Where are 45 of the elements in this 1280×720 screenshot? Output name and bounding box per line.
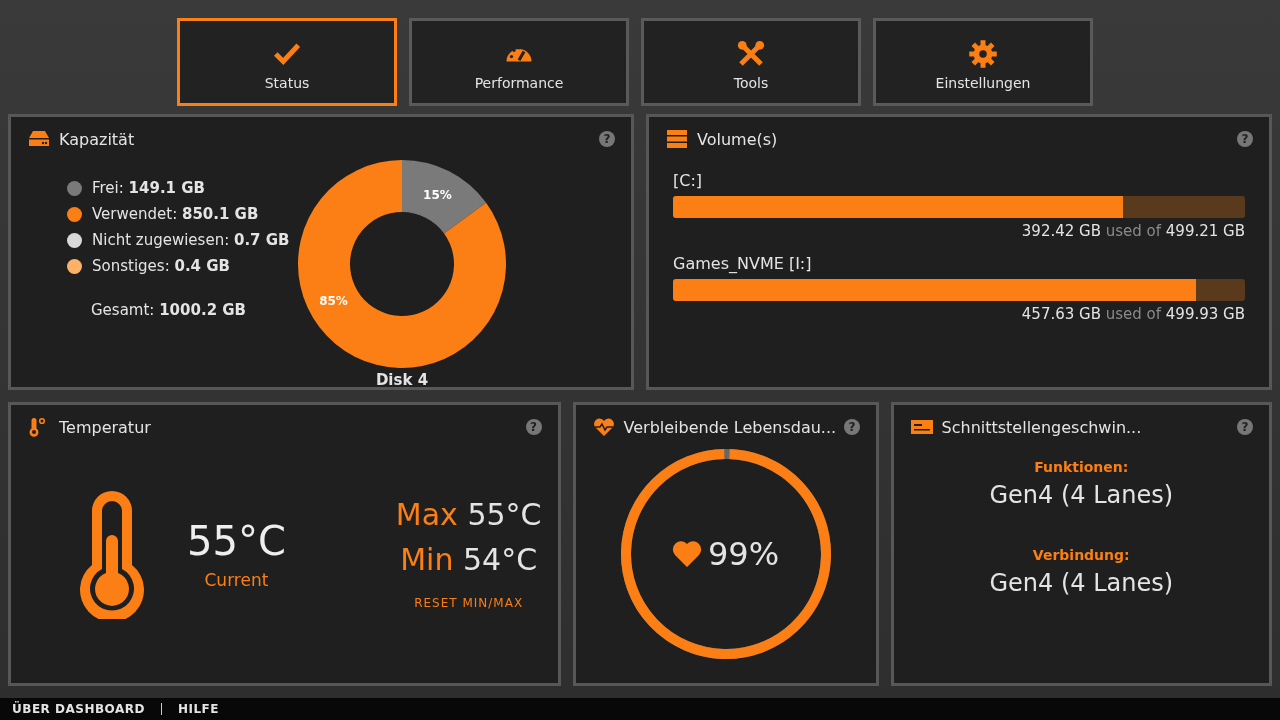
settings-icon (968, 39, 998, 69)
interface-label: Funktionen: (1034, 459, 1129, 475)
heartbeat-icon (591, 417, 616, 437)
help-icon[interactable]: ? (844, 419, 861, 435)
slice-label: 85% (319, 294, 348, 309)
card-icon (909, 417, 934, 437)
max-temperature: Max 55°C (395, 497, 542, 532)
panel-title: Temperatur (59, 417, 152, 437)
panel-title: Kapazität (59, 129, 136, 149)
legend-label: Sonstiges: 0.4 GB (92, 257, 230, 275)
help-icon[interactable]: ? (1237, 131, 1253, 147)
interface-label: Verbindung: (1032, 547, 1130, 563)
help-icon[interactable]: ? (1237, 419, 1253, 435)
current-label: Current (204, 570, 269, 590)
legend-label: Nicht zugewiesen: 0.7 GB (92, 231, 290, 249)
panel-title: Verbleibende Lebensdau... (623, 417, 837, 437)
current-temperature: 55°C (187, 518, 286, 564)
heart-icon (671, 540, 702, 568)
interface-value: Gen4 (4 Lanes) (989, 569, 1174, 597)
disk-label: Disk 4 (375, 371, 429, 389)
tab[interactable]: Status (177, 18, 397, 106)
total-label: Gesamt: 1000.2 GB (91, 301, 248, 319)
panel-title: Schnittstellengeschwin... (941, 417, 1143, 437)
tab[interactable]: Einstellungen (873, 18, 1093, 106)
volume-name: [C:] (673, 171, 704, 190)
usage-text: 457.63 GB used of 499.93 GB (1020, 305, 1245, 323)
legend-label: Verwendet: 850.1 GB (92, 205, 259, 223)
volume-name: Games_NVME [I:] (673, 254, 813, 273)
legend-label: Frei: 149.1 GB (92, 179, 205, 197)
tab[interactable]: Tools (641, 18, 861, 106)
hard-drive-icon (27, 129, 51, 149)
usage-text: 392.42 GB used of 499.21 GB (1020, 222, 1245, 240)
life-percentage: 99% (707, 535, 780, 573)
min-temperature: Min 54°C (400, 542, 538, 577)
panel-title: Volume(s) (697, 129, 779, 149)
help-icon[interactable]: ? (599, 131, 615, 147)
interface-value: Gen4 (4 Lanes) (989, 481, 1174, 509)
footer-link[interactable]: ÜBER DASHBOARD (12, 702, 145, 716)
slice-label: 15% (423, 187, 452, 202)
tab[interactable]: Performance (409, 18, 629, 106)
thermometer-icon (77, 489, 147, 619)
footer-link[interactable]: HILFE (177, 702, 219, 716)
reset-button[interactable]: RESET MIN/MAX (408, 595, 530, 611)
server-icon (665, 129, 689, 149)
help-icon[interactable]: ? (525, 419, 542, 435)
